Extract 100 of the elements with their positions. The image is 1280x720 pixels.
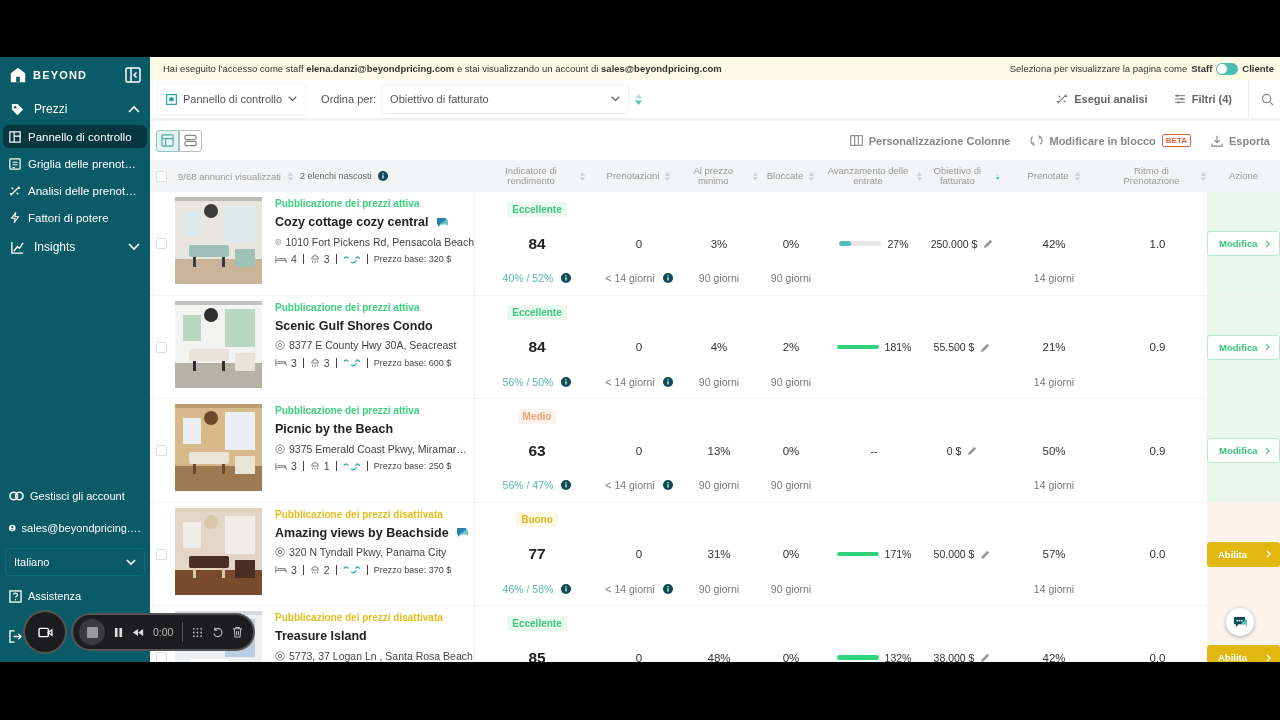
performance-score: 85 xyxy=(528,648,546,662)
info-icon xyxy=(662,480,673,490)
manage-accounts-link[interactable]: Gestisci gli account xyxy=(3,484,147,508)
sort-icon[interactable] xyxy=(664,170,672,182)
pencil-icon[interactable] xyxy=(980,652,992,662)
help-link[interactable]: Assistenza xyxy=(3,584,147,608)
listing-address: 5773, 37 Logan Ln , Santa Rosa Beach xyxy=(289,649,473,662)
performance-badge: Eccellente xyxy=(507,201,567,217)
run-analysis-button[interactable]: Esegui analisi xyxy=(1046,93,1158,105)
sort-icon[interactable] xyxy=(752,170,759,182)
dashboard-icon xyxy=(166,93,177,105)
pause-icon[interactable] xyxy=(114,626,123,638)
info-icon xyxy=(561,583,572,594)
logout-icon[interactable] xyxy=(9,629,22,643)
table-view-button[interactable] xyxy=(156,129,179,152)
stop-button[interactable] xyxy=(79,619,105,645)
info-icon xyxy=(561,376,572,387)
nav-item[interactable]: Analisi delle prenot… xyxy=(3,179,147,202)
view-option[interactable]: Staff xyxy=(1191,63,1213,74)
row-checkbox[interactable] xyxy=(156,548,167,560)
sort-direction-icon[interactable] xyxy=(634,92,644,106)
pencil-icon[interactable] xyxy=(967,445,979,456)
trash-icon[interactable] xyxy=(232,626,244,638)
sort-icon[interactable] xyxy=(808,170,816,182)
list-view-button[interactable] xyxy=(179,129,202,152)
collapse-sidebar-icon[interactable] xyxy=(125,67,141,83)
bulk-edit-button[interactable]: Modificare in blocco BETA xyxy=(1030,134,1192,147)
min-price-share: 3% xyxy=(710,237,728,250)
sort-icon[interactable] xyxy=(287,170,294,182)
lead-time: < 14 giorni xyxy=(605,272,655,284)
revenue-progress-value: 181% xyxy=(884,341,912,353)
booking-pace: 1.0 xyxy=(1149,237,1166,250)
sort-label: Ordina per: xyxy=(321,93,377,105)
info-icon xyxy=(662,376,673,387)
sort-icon[interactable] xyxy=(1199,170,1207,182)
view-as-switch[interactable] xyxy=(1216,62,1239,75)
sort-icon[interactable] xyxy=(916,170,923,182)
nav-item[interactable]: Fattori di potere xyxy=(3,206,147,229)
select-all-checkbox[interactable] xyxy=(156,170,167,182)
revenue-progress-value: 27% xyxy=(887,237,909,250)
bedroom-count: 4 xyxy=(291,253,297,265)
listing-title[interactable]: Amazing views by Beachside xyxy=(275,525,449,540)
booked-share: 21% xyxy=(1042,341,1066,353)
nav-item[interactable]: Griglia delle prenot… xyxy=(3,152,147,175)
booked-share: 50% xyxy=(1042,444,1066,457)
account-menu[interactable]: sales@beyondpricing.… xyxy=(3,516,147,540)
booked-share: 57% xyxy=(1042,548,1066,560)
filters-button[interactable]: Filtri (4) xyxy=(1163,93,1242,105)
bedroom-count: 3 xyxy=(291,356,297,369)
min-price-share: 4% xyxy=(710,341,728,353)
row-checkbox[interactable] xyxy=(156,445,167,456)
row-checkbox[interactable] xyxy=(156,238,167,249)
pencil-icon[interactable] xyxy=(980,341,992,353)
video-camera-icon xyxy=(37,626,53,638)
sort-select[interactable]: Obiettivo di fatturato xyxy=(382,85,629,113)
camera-button[interactable] xyxy=(25,612,65,652)
wand-icon xyxy=(1056,93,1069,105)
sort-icon[interactable] xyxy=(579,170,586,182)
listing-title[interactable]: Treasure Island xyxy=(275,629,367,643)
occupancy-value: 56% / 50% xyxy=(502,375,554,388)
revenue-target: 50.000 $ xyxy=(933,548,975,560)
search-icon[interactable] xyxy=(1261,92,1274,106)
listing-address: 8377 E County Hwy 30A, Seacreast xyxy=(289,339,457,351)
pencil-icon[interactable] xyxy=(983,238,995,249)
listing-title[interactable]: Cozy cottage cozy central xyxy=(275,215,429,229)
bookings-value: 0 xyxy=(635,651,643,662)
row-checkbox[interactable] xyxy=(156,341,167,353)
revenue-target: 55.500 $ xyxy=(933,341,975,353)
performance-score: 77 xyxy=(528,545,546,563)
info-icon xyxy=(561,480,572,490)
undo-icon[interactable] xyxy=(212,626,224,638)
sort-icon[interactable] xyxy=(1073,170,1081,182)
language-select[interactable]: Italiano xyxy=(5,548,145,576)
pricing-status: Pubblicazione dei prezzi attiva xyxy=(275,198,421,211)
listing-title[interactable]: Picnic by the Beach xyxy=(275,422,394,436)
nav-group-item[interactable]: Prezzi xyxy=(3,95,147,123)
min-price-share: 13% xyxy=(707,444,731,457)
location-pin-icon xyxy=(275,340,285,350)
dashboard-select[interactable]: Pannello di controllo xyxy=(158,84,306,114)
sort-icon[interactable] xyxy=(994,170,1000,182)
bulk-edit-icon xyxy=(1030,134,1044,147)
performance-score: 84 xyxy=(528,234,546,253)
base-price: Prezzo base: 320 $ xyxy=(373,254,452,264)
grid-dots-icon[interactable] xyxy=(192,626,204,638)
listing-title[interactable]: Scenic Gulf Shores Condo xyxy=(275,318,433,333)
view-option[interactable]: Cliente xyxy=(1242,63,1274,74)
blocked-share: 0% xyxy=(782,651,800,662)
nav-item[interactable]: Pannello di controllo xyxy=(3,125,147,148)
rewind-icon[interactable] xyxy=(132,627,144,637)
nav-group-item[interactable]: Insights xyxy=(3,233,147,261)
export-button[interactable]: Esporta xyxy=(1211,134,1270,147)
lightning-icon xyxy=(9,211,21,224)
customize-columns-button[interactable]: Personalizzazione Colonne xyxy=(849,134,1011,147)
chevron-right-icon xyxy=(1266,653,1271,662)
row-checkbox[interactable] xyxy=(156,652,167,662)
chevron-down-icon xyxy=(288,96,298,102)
time-window: 90 giorni xyxy=(770,479,812,491)
pencil-icon[interactable] xyxy=(980,548,992,560)
listing-count: 9/68 annunci visualizzati xyxy=(178,170,281,182)
lead-time: < 14 giorni xyxy=(605,375,655,388)
